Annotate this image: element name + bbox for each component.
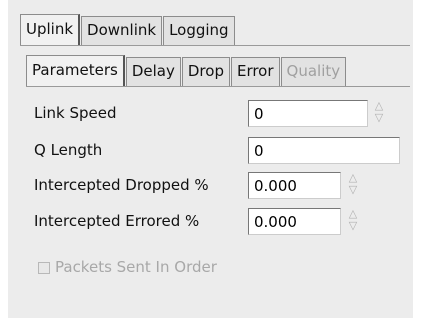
q-length-label: Q Length [34,141,103,159]
tab-parameters[interactable]: Parameters [26,55,125,86]
link-speed-input[interactable] [248,100,368,127]
tab-downlink[interactable]: Downlink [81,16,163,45]
link-speed-spinner[interactable]: △ ▽ [372,100,386,126]
packets-sent-in-order-checkbox: Packets Sent In Order [38,258,217,276]
spin-down-icon[interactable]: ▽ [346,220,360,232]
tab-quality: Quality [280,57,347,86]
tab-drop[interactable]: Drop [181,57,230,86]
intercepted-errored-spinner[interactable]: △ ▽ [346,208,360,234]
intercepted-dropped-label: Intercepted Dropped % [34,176,209,194]
packets-sent-in-order-label: Packets Sent In Order [55,258,217,276]
spin-down-icon[interactable]: ▽ [372,112,386,124]
inner-tab-divider [26,86,410,87]
tab-delay[interactable]: Delay [125,57,181,86]
intercepted-errored-label: Intercepted Errored % [34,212,200,230]
link-speed-label: Link Speed [34,104,117,122]
tab-logging[interactable]: Logging [163,16,235,45]
intercepted-errored-input[interactable] [248,208,341,235]
tab-error[interactable]: Error [230,57,280,86]
spin-down-icon[interactable]: ▽ [346,184,360,196]
outer-tab-bar: Uplink Downlink Logging [20,14,236,45]
intercepted-dropped-input[interactable] [248,172,341,199]
tab-uplink[interactable]: Uplink [20,14,81,45]
inner-tab-bar: Parameters Delay Drop Error Quality [26,55,347,86]
intercepted-dropped-spinner[interactable]: △ ▽ [346,172,360,198]
settings-panel: Uplink Downlink Logging Parameters Delay… [8,0,413,318]
q-length-input[interactable] [248,137,400,164]
outer-tab-divider [20,45,410,46]
checkbox-box [38,261,50,274]
